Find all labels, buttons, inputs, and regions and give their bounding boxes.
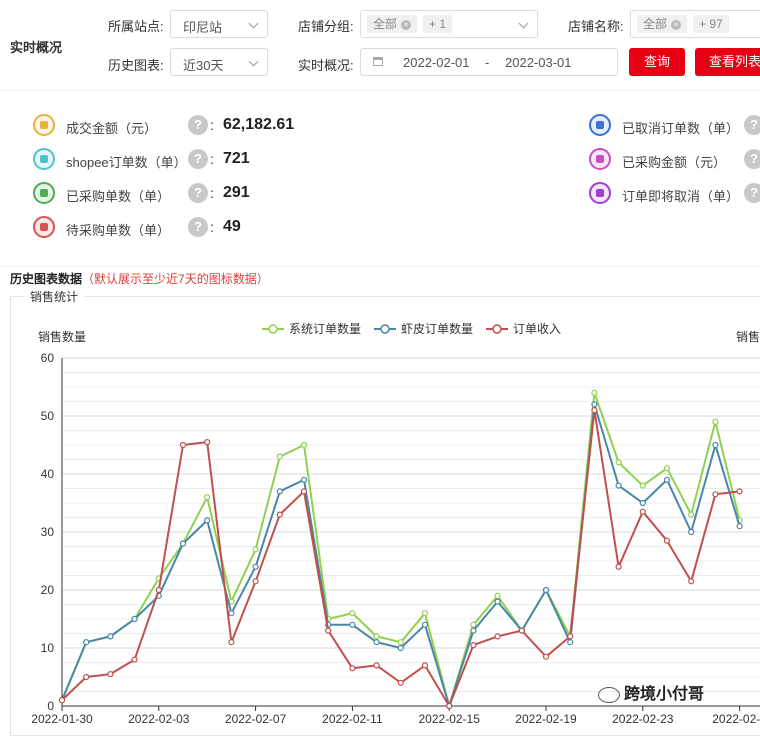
data-point <box>83 673 90 681</box>
sales-line-chart: 0 10 20 30 40 50 60 2022-01-30 2022-02-03 2022-02… <box>31 321 760 726</box>
data-point <box>204 517 211 524</box>
data-point <box>591 389 598 396</box>
y-axis-title: 销售数量 <box>38 329 86 344</box>
data-point <box>639 482 646 489</box>
watermark-text: 跨境小付哥 <box>624 686 705 703</box>
data-point <box>252 578 259 585</box>
data-point <box>591 401 598 408</box>
data-point <box>300 488 308 495</box>
data-point <box>397 639 404 646</box>
data-point <box>58 697 66 704</box>
data-point <box>663 476 671 483</box>
data-point <box>421 662 429 669</box>
data-point <box>736 488 743 495</box>
data-point <box>131 656 138 663</box>
x-tick-label: 2022-02-19 <box>515 712 577 726</box>
legend-marker <box>492 324 502 334</box>
x-tick-label: 2022-02-2 <box>712 712 760 726</box>
legend-label: 系统订单数量 <box>289 321 361 336</box>
wechat-icon <box>598 686 620 703</box>
right-axis-title: 销售 <box>736 329 760 344</box>
data-point <box>276 511 283 518</box>
data-point <box>615 459 622 466</box>
data-point <box>252 546 259 553</box>
data-point <box>421 621 429 628</box>
data-point <box>349 665 356 672</box>
data-point <box>421 610 429 617</box>
data-point <box>494 633 501 640</box>
data-point <box>518 627 525 634</box>
legend-label: 订单收入 <box>513 322 561 336</box>
data-point <box>373 639 380 646</box>
y-tick-label: 40 <box>41 467 55 481</box>
data-point <box>107 670 114 678</box>
data-point <box>300 441 308 449</box>
series-line <box>61 391 741 707</box>
data-point <box>325 627 332 634</box>
data-point <box>639 508 646 515</box>
data-point <box>712 418 719 425</box>
data-point <box>179 441 187 449</box>
data-point <box>663 465 671 472</box>
y-tick-label: 30 <box>41 525 55 539</box>
x-tick-label: 2022-02-15 <box>419 712 481 726</box>
data-point <box>639 499 646 507</box>
data-point <box>736 523 743 530</box>
x-tick-label: 2022-02-23 <box>612 712 674 726</box>
data-point <box>663 537 671 544</box>
data-point <box>397 644 404 652</box>
data-point <box>83 639 90 646</box>
y-tick-label: 0 <box>47 699 54 713</box>
data-point <box>567 633 574 640</box>
data-point <box>276 453 283 460</box>
data-point <box>470 627 477 634</box>
legend-marker <box>380 324 390 334</box>
watermark: 跨境小付哥 <box>598 680 704 704</box>
data-point <box>567 639 574 646</box>
data-point <box>712 491 719 498</box>
data-point <box>155 586 162 594</box>
data-point <box>349 610 356 617</box>
data-point <box>470 621 477 628</box>
data-point <box>204 439 211 446</box>
data-point <box>373 633 380 640</box>
y-tick-label: 50 <box>41 409 55 423</box>
x-tick-label: 2022-02-07 <box>225 712 287 726</box>
series-line <box>61 409 740 707</box>
x-tick-label: 2022-01-30 <box>31 712 93 726</box>
data-point <box>494 592 501 599</box>
data-point <box>542 653 550 660</box>
y-tick-label: 20 <box>41 583 55 597</box>
x-tick-label: 2022-02-11 <box>322 712 383 726</box>
legend-marker <box>268 324 278 334</box>
y-tick-label: 60 <box>41 351 55 365</box>
data-point <box>373 662 380 669</box>
data-point <box>712 441 719 449</box>
data-point <box>688 511 695 518</box>
data-point <box>107 633 114 640</box>
data-point <box>228 639 235 646</box>
legend-label: 虾皮订单数量 <box>401 321 473 336</box>
y-tick-label: 10 <box>41 641 55 655</box>
data-point <box>591 407 598 414</box>
data-point <box>615 482 622 489</box>
data-point <box>252 563 259 570</box>
data-point <box>397 679 404 686</box>
data-point <box>179 540 187 547</box>
data-point <box>542 586 550 594</box>
data-point <box>276 488 283 495</box>
data-point <box>300 476 308 483</box>
data-point <box>688 528 695 536</box>
data-point <box>615 563 622 570</box>
data-point <box>228 610 235 617</box>
data-point <box>131 615 138 623</box>
data-point <box>688 578 695 585</box>
data-point <box>204 494 211 501</box>
data-point <box>446 702 453 710</box>
data-point <box>494 598 501 605</box>
data-point <box>349 621 356 628</box>
data-point <box>470 641 477 649</box>
x-tick-label: 2022-02-03 <box>128 712 190 726</box>
